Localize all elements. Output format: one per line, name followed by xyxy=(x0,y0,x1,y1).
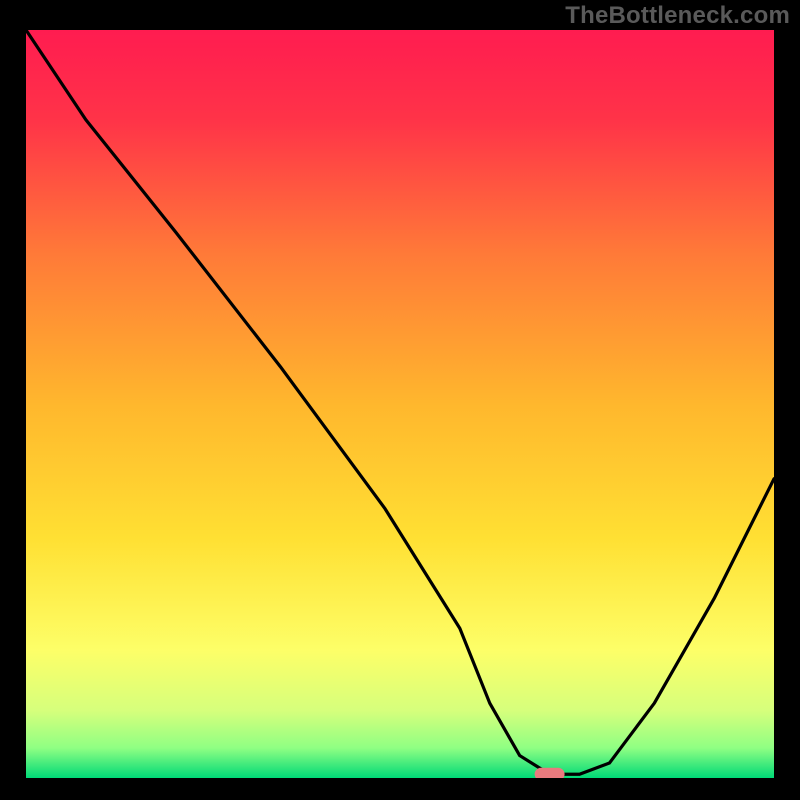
plot-area xyxy=(26,30,774,778)
optimal-point-marker xyxy=(535,768,565,778)
chart-canvas: TheBottleneck.com xyxy=(0,0,800,800)
gradient-background xyxy=(26,30,774,778)
chart-svg xyxy=(26,30,774,778)
watermark-text: TheBottleneck.com xyxy=(565,2,790,30)
marker-layer xyxy=(535,768,565,778)
